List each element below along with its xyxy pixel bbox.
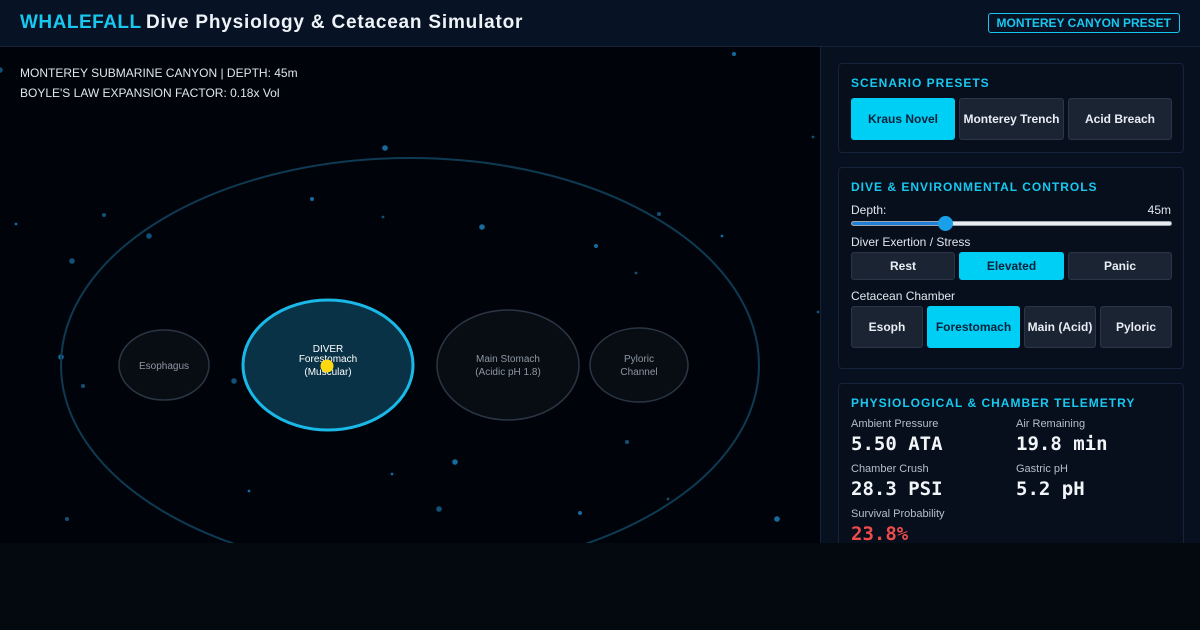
app-header: WHALEFALL Dive Physiology & Cetacean Sim… [0, 0, 1200, 47]
particle [625, 440, 629, 444]
chamber-main-stomach-label-ph: (Acidic pH 1.8) [475, 367, 541, 378]
boyle-law-readout: BOYLE'S LAW EXPANSION FACTOR: 0.18x Vol [20, 86, 280, 100]
scenario-presets-panel: SCENARIO PRESETS Kraus Novel Monterey Tr… [838, 63, 1184, 153]
particle [81, 384, 85, 388]
particle [390, 472, 394, 476]
particle [811, 135, 815, 139]
exertion-rest-button[interactable]: Rest [851, 252, 955, 280]
chamber-esoph-button[interactable]: Esoph [851, 306, 923, 348]
chamber-main-stomach-label-name: Main Stomach [476, 354, 540, 365]
depth-slider-thumb[interactable] [937, 216, 953, 231]
particle [102, 213, 106, 217]
chamber-pyloric-label-line1: Pyloric [624, 354, 654, 365]
particle [146, 233, 152, 239]
chamber-crush-value: 28.3 PSI [851, 478, 943, 500]
exertion-elevated-button[interactable]: Elevated [959, 252, 1064, 280]
depth-slider-fill [852, 222, 945, 225]
particle [310, 197, 314, 201]
particle [381, 215, 385, 219]
preset-badge: MONTEREY CANYON PRESET [987, 13, 1180, 33]
particle [634, 271, 638, 275]
preset-kraus-novel-button[interactable]: Kraus Novel [851, 98, 955, 140]
chamber-crush-label: Chamber Crush [851, 463, 929, 475]
particle [231, 378, 237, 384]
chamber-pyloric-button[interactable]: Pyloric [1100, 306, 1172, 348]
scenario-presets-title: SCENARIO PRESETS [851, 76, 990, 90]
particle [732, 52, 736, 56]
exertion-panic-button[interactable]: Panic [1068, 252, 1172, 280]
particle [69, 258, 75, 264]
chamber-esophagus[interactable]: Esophagus [118, 329, 210, 401]
telemetry-panel: PHYSIOLOGICAL & CHAMBER TELEMETRY Ambien… [838, 383, 1184, 543]
control-sidebar: SCENARIO PRESETS Kraus Novel Monterey Tr… [820, 47, 1200, 543]
dive-controls-title: DIVE & ENVIRONMENTAL CONTROLS [851, 180, 1098, 194]
gastric-ph-value: 5.2 pH [1016, 478, 1085, 500]
particle [578, 511, 582, 515]
depth-slider[interactable] [851, 216, 1172, 231]
particle [382, 145, 388, 151]
chamber-main-acid-button[interactable]: Main (Acid) [1024, 306, 1096, 348]
particle [436, 506, 442, 512]
particle [14, 222, 18, 226]
particle-field [0, 52, 820, 522]
survival-probability-label: Survival Probability [851, 508, 945, 520]
particle [594, 244, 598, 248]
preset-monterey-trench-button[interactable]: Monterey Trench [959, 98, 1064, 140]
chamber-pyloric[interactable]: Pyloric Channel [589, 327, 689, 403]
particle [666, 497, 670, 501]
dive-controls-panel: DIVE & ENVIRONMENTAL CONTROLS Depth: 45m… [838, 167, 1184, 369]
particle [479, 224, 485, 230]
chamber-main-stomach[interactable]: Main Stomach (Acidic pH 1.8) [436, 309, 580, 421]
survival-probability-value: 23.8% [851, 523, 909, 543]
app-title: Dive Physiology & Cetacean Simulator [146, 12, 524, 33]
preset-acid-breach-button[interactable]: Acid Breach [1068, 98, 1172, 140]
cetacean-chamber-label: Cetacean Chamber [851, 289, 956, 303]
particle [774, 516, 780, 522]
chamber-forestomach[interactable]: DIVER Forestomach (Muscular) [241, 298, 415, 432]
particle [65, 517, 69, 521]
air-remaining-value: 19.8 min [1016, 433, 1108, 455]
chamber-forestomach-button[interactable]: Forestomach [927, 306, 1020, 348]
particle [657, 212, 661, 216]
particle [720, 234, 724, 238]
depth-value: 45m [1147, 203, 1171, 217]
chamber-pyloric-label-line2: Channel [620, 367, 657, 378]
diver-marker[interactable] [320, 359, 334, 373]
particle [247, 489, 251, 493]
particle [0, 67, 3, 73]
ambient-pressure-label: Ambient Pressure [851, 418, 939, 430]
simulation-view[interactable]: Esophagus DIVER Forestomach (Muscular) M… [0, 47, 820, 543]
telemetry-title: PHYSIOLOGICAL & CHAMBER TELEMETRY [851, 396, 1136, 410]
location-depth-readout: MONTEREY SUBMARINE CANYON | DEPTH: 45m [20, 66, 298, 80]
chamber-esophagus-label: Esophagus [139, 361, 189, 372]
particle [452, 459, 458, 465]
ambient-pressure-value: 5.50 ATA [851, 433, 943, 455]
gastric-ph-label: Gastric pH [1016, 463, 1068, 475]
depth-label: Depth: [851, 203, 887, 217]
air-remaining-label: Air Remaining [1016, 418, 1086, 430]
particle [816, 310, 820, 314]
simulation-canvas[interactable]: Esophagus DIVER Forestomach (Muscular) M… [0, 47, 820, 543]
exertion-label: Diver Exertion / Stress [851, 235, 971, 249]
brand-logo: WHALEFALL [20, 12, 142, 33]
